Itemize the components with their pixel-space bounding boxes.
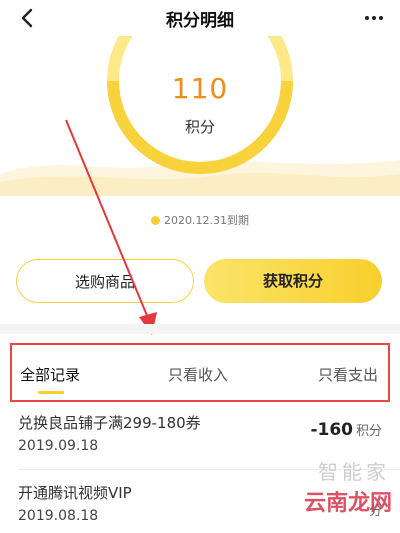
record-amount-value: -160 [310,420,353,440]
watermark-logo: 云南龙网 [303,491,392,516]
record-name: 兑换良品铺子满299-180券 [18,414,201,432]
record-date: 2019.08.18 [18,508,99,524]
record-name: 开通腾讯视频VIP [18,484,132,502]
record-amount-unit: 积分 [355,424,382,439]
record-amount: -160 积分 [310,420,382,440]
record-date: 2019.09.18 [18,438,99,454]
red-highlight-box [10,343,390,402]
watermark-subtext: 智能家 [318,460,390,484]
section-divider [0,324,400,334]
